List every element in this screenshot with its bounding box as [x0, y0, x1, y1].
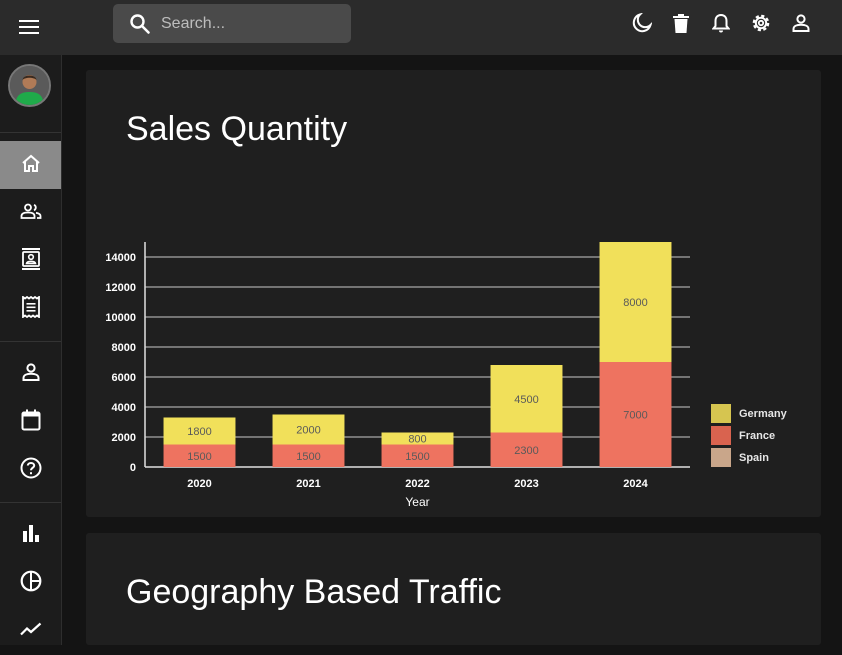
- sidebar-item-line-chart[interactable]: [0, 607, 61, 655]
- y-tick-label: 4000: [112, 402, 136, 414]
- sales-quantity-card: Sales Quantity 0 2000 4000 6000 8000 10000 120…: [86, 70, 821, 517]
- sidebar: [0, 55, 62, 645]
- legend-swatch-france: [711, 426, 731, 445]
- line-chart-icon: [19, 622, 42, 641]
- account-icon[interactable]: [789, 11, 813, 35]
- y-tick-label: 14000: [105, 252, 136, 264]
- data-label: 1500: [405, 451, 429, 463]
- y-tick-label: 10000: [105, 312, 136, 324]
- bar-chart-icon: [22, 524, 40, 547]
- legend-label: France: [739, 430, 775, 442]
- person-icon: [22, 362, 40, 386]
- dark-mode-icon[interactable]: [630, 11, 654, 35]
- trash-icon[interactable]: [669, 11, 693, 35]
- pie-chart-icon: [20, 570, 42, 597]
- sidebar-item-team[interactable]: [0, 189, 61, 237]
- data-label: 2300: [514, 445, 538, 457]
- people-icon: [20, 203, 42, 224]
- geography-traffic-card: Geography Based Traffic: [86, 533, 821, 645]
- y-tick-label: 2000: [112, 432, 136, 444]
- x-tick-label: 2020: [187, 478, 211, 490]
- sidebar-item-home[interactable]: [0, 141, 61, 189]
- data-label: 1500: [187, 451, 211, 463]
- menu-icon[interactable]: [14, 12, 44, 42]
- contacts-icon: [21, 247, 41, 275]
- sidebar-item-calendar[interactable]: [0, 398, 61, 446]
- data-label: 4500: [514, 394, 538, 406]
- help-icon: [20, 457, 42, 484]
- data-label: 1800: [187, 426, 211, 438]
- data-label: 2000: [296, 425, 320, 437]
- data-label: 8000: [623, 297, 647, 309]
- y-tick-label: 12000: [105, 282, 136, 294]
- sidebar-item-bar-chart[interactable]: [0, 511, 61, 559]
- search-input[interactable]: [161, 4, 341, 43]
- calendar-icon: [21, 409, 41, 436]
- x-tick-label: 2021: [296, 478, 320, 490]
- data-label: 7000: [623, 410, 647, 422]
- sales-bar-chart: 0 2000 4000 6000 8000 10000 12000 14000 1500 1800…: [105, 242, 788, 509]
- legend-label: Germany: [739, 408, 788, 420]
- sidebar-item-profile[interactable]: [0, 350, 61, 398]
- sidebar-item-pie-chart[interactable]: [0, 559, 61, 607]
- sidebar-item-faq[interactable]: [0, 446, 61, 494]
- y-tick-label: 0: [130, 462, 136, 474]
- sidebar-item-contacts[interactable]: [0, 237, 61, 285]
- x-axis-label: Year: [405, 495, 429, 509]
- x-tick-label: 2022: [405, 478, 429, 490]
- legend-label: Spain: [739, 452, 769, 464]
- x-tick-label: 2024: [623, 478, 648, 490]
- y-tick-label: 8000: [112, 342, 136, 354]
- sidebar-divider: [0, 132, 61, 133]
- sidebar-divider: [0, 502, 61, 503]
- notifications-icon[interactable]: [709, 11, 733, 35]
- search-box: [113, 4, 351, 43]
- home-icon: [21, 154, 41, 177]
- y-tick-label: 6000: [112, 372, 136, 384]
- data-label: 1500: [296, 451, 320, 463]
- settings-icon[interactable]: [749, 11, 773, 35]
- receipt-icon: [21, 294, 40, 323]
- top-app-bar: [0, 0, 842, 55]
- data-label: 800: [408, 434, 426, 446]
- legend-swatch-spain: [711, 448, 731, 467]
- sidebar-item-invoices[interactable]: [0, 285, 61, 333]
- section-title: Geography Based Traffic: [126, 573, 502, 611]
- search-icon: [129, 13, 151, 35]
- sidebar-divider: [0, 341, 61, 342]
- legend-swatch-germany: [711, 404, 731, 423]
- avatar[interactable]: [8, 64, 51, 107]
- x-tick-label: 2023: [514, 478, 538, 490]
